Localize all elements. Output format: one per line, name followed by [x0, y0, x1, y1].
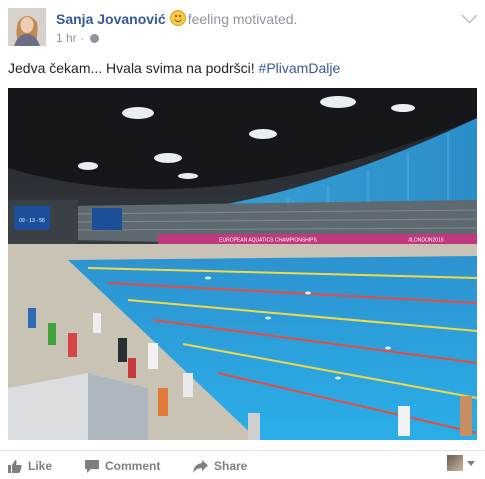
post-card: Sanja Jovanović feeling motivated. 1 hr ·…	[0, 0, 485, 478]
pool-photo-illustration: 09 - 13 - 56 EUROPEAN AQUATICS CHAMPIONS…	[8, 88, 477, 440]
post-meta: 1 hr ·	[56, 31, 100, 45]
chevron-down-icon[interactable]	[461, 7, 478, 24]
like-label: Like	[28, 459, 53, 473]
smile-emoji-icon	[169, 10, 186, 26]
share-arrow-icon	[193, 459, 208, 473]
post-body: Jedva čekam... Hvala svima na podršci!	[8, 60, 259, 76]
feeling-text: feeling motivated.	[187, 11, 298, 27]
post-photo[interactable]: 09 - 13 - 56 EUROPEAN AQUATICS CHAMPIONS…	[8, 88, 477, 440]
share-button[interactable]: Share	[193, 459, 247, 473]
post-actions-bar: Like Comment Share	[0, 450, 485, 479]
selector-avatar	[447, 455, 463, 471]
caret-down-icon	[467, 460, 475, 466]
thumbs-up-icon	[8, 459, 22, 473]
like-button[interactable]: Like	[8, 459, 52, 473]
post-text: Jedva čekam... Hvala svima na podršci! #…	[8, 60, 340, 76]
hashtag-link[interactable]: #PlivamDalje	[259, 60, 341, 76]
post-header: Sanja Jovanović feeling motivated.	[56, 10, 297, 27]
author-name[interactable]: Sanja Jovanović	[56, 11, 166, 27]
speech-bubble-icon	[85, 459, 99, 473]
avatar[interactable]	[8, 8, 46, 46]
timestamp[interactable]: 1 hr	[56, 31, 77, 45]
globe-icon[interactable]	[90, 34, 100, 43]
post-as-selector[interactable]	[447, 455, 475, 471]
arena-banner: EUROPEAN AQUATICS CHAMPIONSHIPS	[219, 238, 317, 244]
comment-label: Comment	[105, 459, 161, 473]
share-label: Share	[214, 459, 248, 473]
scoreboard-text: 09 - 13 - 56	[19, 218, 45, 224]
arena-banner-tag: #LONDON2016	[408, 238, 444, 244]
comment-button[interactable]: Comment	[85, 459, 160, 473]
